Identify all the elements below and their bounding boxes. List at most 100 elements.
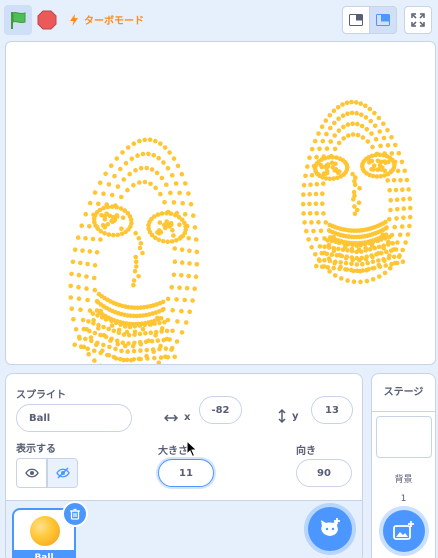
hide-sprite-button[interactable] bbox=[47, 458, 78, 488]
mesh-dot bbox=[346, 241, 351, 247]
mesh-dot bbox=[309, 146, 315, 152]
x-input[interactable]: -82 bbox=[199, 396, 242, 424]
mesh-dot bbox=[384, 249, 389, 255]
mesh-dot bbox=[144, 347, 150, 353]
mesh-dot bbox=[182, 297, 187, 303]
mesh-dot bbox=[389, 135, 394, 140]
mesh-dot bbox=[168, 190, 173, 196]
stop-button[interactable] bbox=[34, 5, 60, 35]
mesh-dot bbox=[385, 127, 390, 133]
mesh-dot bbox=[109, 318, 114, 324]
mesh-dot bbox=[132, 340, 137, 346]
mesh-dot bbox=[148, 330, 154, 336]
stage-thumbnail[interactable] bbox=[376, 416, 432, 458]
mesh-dot bbox=[131, 182, 136, 188]
sprite-name-input[interactable]: Ball bbox=[16, 404, 132, 432]
mesh-dot bbox=[324, 131, 329, 137]
add-backdrop-button[interactable] bbox=[383, 510, 425, 552]
mesh-dot bbox=[357, 185, 362, 191]
mesh-dot bbox=[349, 255, 355, 260]
size-input[interactable]: 11 bbox=[158, 459, 214, 487]
delete-sprite-button[interactable] bbox=[62, 501, 88, 527]
mesh-dot bbox=[85, 346, 90, 352]
mesh-dot bbox=[318, 228, 324, 234]
x-axis-label: x bbox=[164, 412, 190, 423]
mesh-dot bbox=[366, 266, 371, 272]
mesh-dot bbox=[316, 131, 321, 136]
mesh-dot bbox=[327, 269, 332, 274]
stage-canvas[interactable] bbox=[5, 41, 436, 365]
mesh-dot bbox=[154, 170, 160, 176]
mesh-dot bbox=[328, 125, 333, 131]
mesh-dot bbox=[329, 160, 335, 166]
mesh-dot bbox=[386, 216, 392, 222]
mesh-dot bbox=[175, 319, 180, 324]
green-flag-button[interactable] bbox=[4, 5, 32, 35]
stage-panel-title: ステージ bbox=[372, 374, 435, 412]
mesh-dot bbox=[329, 252, 335, 257]
mesh-dot bbox=[341, 136, 347, 141]
show-sprite-button[interactable] bbox=[16, 458, 47, 488]
mesh-dot bbox=[372, 265, 377, 271]
mesh-dot bbox=[98, 332, 103, 338]
mesh-dot bbox=[172, 259, 178, 264]
mesh-dot bbox=[98, 350, 103, 356]
y-input[interactable]: 13 bbox=[311, 396, 353, 424]
mesh-dot bbox=[133, 230, 138, 236]
mesh-dot bbox=[313, 191, 319, 197]
mesh-dot bbox=[184, 285, 190, 291]
mesh-dot bbox=[354, 255, 360, 261]
mesh-dot bbox=[194, 249, 200, 255]
mesh-dot bbox=[126, 341, 131, 346]
mesh-dot bbox=[118, 356, 123, 362]
mesh-dot bbox=[150, 347, 156, 352]
turbo-mode-indicator: ターボモード bbox=[70, 12, 144, 27]
mesh-dot bbox=[79, 223, 84, 228]
menu-bar: ターボモード bbox=[0, 0, 438, 40]
mesh-dot bbox=[180, 200, 185, 206]
horizontal-arrows-icon bbox=[164, 413, 178, 422]
mesh-dot bbox=[193, 274, 199, 279]
mesh-dot bbox=[364, 278, 370, 284]
mesh-dot bbox=[94, 250, 100, 255]
mesh-dot bbox=[391, 254, 397, 260]
mesh-dot bbox=[324, 146, 330, 151]
mesh-dot bbox=[354, 249, 360, 255]
mesh-dot bbox=[92, 287, 98, 293]
mesh-dot bbox=[140, 151, 146, 157]
mesh-dot bbox=[370, 277, 376, 282]
large-stage-button[interactable] bbox=[369, 6, 397, 34]
mesh-dot bbox=[133, 168, 138, 173]
mesh-dot bbox=[317, 244, 323, 249]
mesh-dot bbox=[339, 276, 344, 281]
mesh-dot bbox=[339, 253, 345, 259]
mesh-dot bbox=[101, 205, 106, 211]
mesh-dot bbox=[404, 177, 410, 183]
mesh-dot bbox=[383, 219, 388, 225]
add-sprite-button[interactable] bbox=[308, 507, 352, 551]
mesh-dot bbox=[131, 282, 136, 288]
mesh-dot bbox=[402, 168, 408, 174]
mesh-dot bbox=[87, 200, 93, 206]
mesh-dot bbox=[377, 264, 383, 269]
mesh-dot bbox=[190, 298, 195, 303]
mesh-dot bbox=[331, 245, 337, 251]
mesh-dot bbox=[187, 248, 192, 254]
direction-input[interactable]: 90 bbox=[296, 459, 352, 487]
mesh-dot bbox=[314, 181, 320, 187]
small-stage-button[interactable] bbox=[342, 6, 370, 34]
mesh-dot bbox=[408, 205, 413, 211]
mesh-dot bbox=[167, 150, 172, 155]
mesh-dot bbox=[135, 153, 140, 158]
mesh-dot bbox=[90, 311, 96, 316]
mesh-dot bbox=[301, 182, 307, 188]
sprite-tile-name: Ball bbox=[14, 550, 74, 558]
mesh-dot bbox=[333, 259, 338, 264]
mesh-dot bbox=[96, 322, 101, 328]
mesh-dot bbox=[86, 351, 91, 357]
mesh-dot bbox=[392, 224, 398, 230]
mesh-dot bbox=[376, 166, 382, 172]
fullscreen-button[interactable] bbox=[404, 6, 432, 34]
mesh-dot bbox=[401, 196, 406, 202]
mesh-dot bbox=[80, 248, 85, 253]
